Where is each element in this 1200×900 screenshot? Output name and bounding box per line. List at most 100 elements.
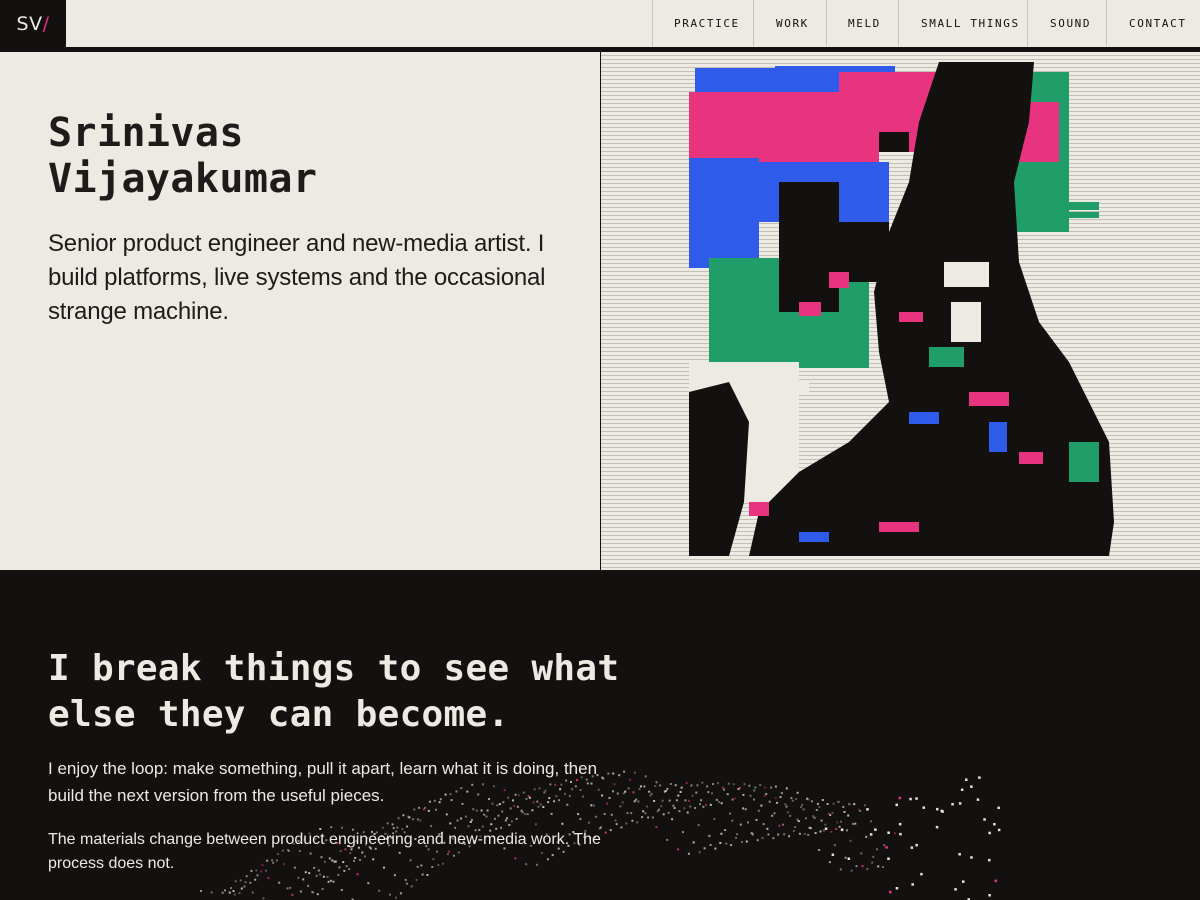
particle-dot <box>332 880 335 883</box>
particle-dot <box>827 812 830 815</box>
particle-dot <box>818 806 821 809</box>
particle-dot <box>764 786 767 789</box>
particle-dot <box>730 844 733 847</box>
particle-dot <box>877 865 880 868</box>
particle-dot <box>784 803 787 806</box>
particle-dot <box>853 803 856 806</box>
particle-dot <box>866 808 869 811</box>
logo-link[interactable]: SV / <box>0 0 66 47</box>
nav-item-meld[interactable]: MELD <box>826 0 898 47</box>
about-paragraph-1: I enjoy the loop: make something, pull i… <box>48 759 598 805</box>
particle-dot <box>405 882 408 885</box>
particle-dot <box>647 816 650 819</box>
particle-dot <box>221 891 224 894</box>
particle-dot <box>659 784 662 787</box>
logo-text: SV <box>16 12 43 35</box>
particle-dot <box>729 812 731 815</box>
particle-dot <box>718 801 721 804</box>
particle-dot <box>327 880 330 883</box>
particle-dot <box>882 866 884 868</box>
particle-dot <box>467 825 470 828</box>
particle-dot <box>970 856 973 859</box>
particle-dot <box>936 807 939 811</box>
particle-dot <box>874 828 877 831</box>
particle-dot <box>239 879 242 882</box>
particle-dot <box>809 827 812 830</box>
particle-dot <box>691 794 694 797</box>
particle-dot <box>615 823 618 826</box>
particle-dot <box>475 809 478 812</box>
particle-dot <box>262 897 265 900</box>
particle-dot <box>497 814 500 817</box>
particle-dot <box>683 807 686 810</box>
particle-dot <box>643 785 646 788</box>
nav-item-sound[interactable]: SOUND <box>1027 0 1106 47</box>
particle-dot <box>648 790 651 793</box>
particle-dot <box>791 799 794 802</box>
particle-dot <box>804 817 807 820</box>
particle-dot <box>651 816 654 819</box>
particle-dot <box>625 822 628 825</box>
particle-dot <box>510 820 513 823</box>
particle-dot <box>887 857 890 860</box>
particle-dot <box>894 832 896 835</box>
glitch-portrait-image <box>689 62 1114 556</box>
particle-dot <box>738 787 741 790</box>
particle-dot <box>291 893 294 896</box>
particle-dot <box>871 861 874 864</box>
particle-dot <box>633 800 636 803</box>
particle-dot <box>254 878 257 881</box>
particle-dot <box>741 840 743 843</box>
particle-dot <box>983 818 986 821</box>
particle-dot <box>445 813 448 816</box>
particle-dot <box>802 808 805 811</box>
particle-dot <box>688 799 691 802</box>
particle-dot <box>965 778 968 781</box>
hero-media <box>600 52 1200 570</box>
particle-dot <box>233 893 236 896</box>
particle-dot <box>756 839 759 842</box>
particle-dot <box>777 833 780 836</box>
particle-dot <box>831 811 834 814</box>
particle-dot <box>774 797 777 800</box>
particle-dot <box>988 894 991 897</box>
particle-dot <box>588 821 590 824</box>
particle-dot <box>340 889 343 891</box>
particle-dot <box>810 800 813 803</box>
particle-dot <box>667 811 670 814</box>
particle-dot <box>480 809 483 812</box>
nav-item-contact[interactable]: CONTACT <box>1106 0 1200 47</box>
particle-dot <box>814 832 817 834</box>
particle-dot <box>311 891 314 894</box>
particle-dot <box>632 791 635 794</box>
nav-item-work[interactable]: WORK <box>753 0 826 47</box>
particle-dot <box>483 813 486 816</box>
particle-dot <box>723 788 725 791</box>
particle-dot <box>672 804 675 807</box>
hero-tagline: Senior product engineer and new-media ar… <box>48 230 546 325</box>
particle-dot <box>389 893 391 896</box>
particle-dot <box>792 830 795 833</box>
particle-dot <box>705 803 707 806</box>
particle-dot <box>993 823 996 826</box>
particle-dot <box>603 813 606 815</box>
particle-dot <box>665 789 668 792</box>
site-header: SV / PRACTICE WORK MELD SMALL THINGS SOUN… <box>0 0 1200 47</box>
page-title: Srinivas Vijayakumar <box>48 110 568 202</box>
particle-dot <box>228 891 231 894</box>
particle-dot <box>635 798 638 801</box>
particle-dot <box>849 839 852 842</box>
particle-dot <box>399 892 402 895</box>
particle-dot <box>708 834 711 837</box>
nav-item-small-things[interactable]: SMALL THINGS <box>898 0 1027 47</box>
particle-dot <box>836 821 839 824</box>
nav-item-practice[interactable]: PRACTICE <box>652 0 753 47</box>
particle-dot <box>684 799 687 802</box>
particle-dot <box>779 796 782 798</box>
particle-dot <box>449 822 452 825</box>
particle-dot <box>302 878 305 881</box>
particle-dot <box>735 836 737 839</box>
particle-dot <box>715 798 718 801</box>
particle-dot <box>774 785 777 788</box>
particle-dot <box>958 853 961 856</box>
